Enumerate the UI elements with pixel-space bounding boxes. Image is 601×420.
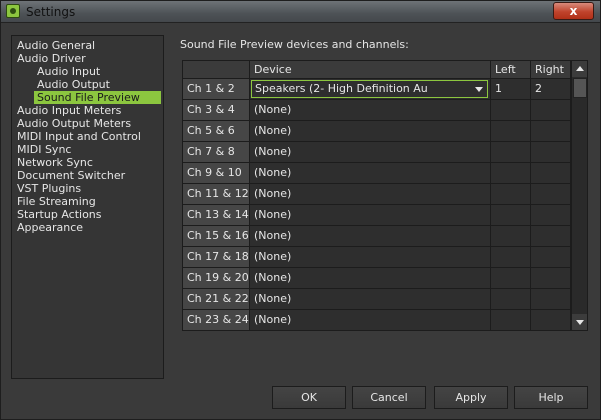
nav-item-vst-plugins[interactable]: VST Plugins — [17, 182, 81, 195]
channel-label: Ch 19 & 20 — [183, 268, 250, 289]
right-channel-cell[interactable] — [531, 247, 571, 268]
right-channel-cell[interactable] — [531, 184, 571, 205]
title-bar[interactable]: Settings x — [1, 1, 600, 23]
table-row: Ch 19 & 20 (None) — [183, 268, 571, 289]
table-row: Ch 17 & 18 (None) — [183, 247, 571, 268]
nav-item-audio-output[interactable]: Audio Output — [37, 78, 110, 91]
header-device[interactable]: Device — [250, 61, 491, 79]
nav-item-audio-output-meters[interactable]: Audio Output Meters — [17, 117, 131, 130]
left-channel-cell[interactable] — [491, 289, 531, 310]
channel-label: Ch 23 & 24 — [183, 310, 250, 330]
nav-item-network-sync[interactable]: Network Sync — [17, 156, 93, 169]
channel-grid: Device Left Right Ch 1 & 2 Speakers (2- H… — [182, 60, 588, 331]
left-channel-cell[interactable] — [491, 163, 531, 184]
nav-item-audio-driver[interactable]: Audio Driver — [17, 52, 86, 65]
nav-item-document-switcher[interactable]: Document Switcher — [17, 169, 125, 182]
device-cell[interactable]: (None) — [250, 121, 491, 142]
cancel-button[interactable]: Cancel — [352, 386, 426, 409]
left-channel-cell[interactable] — [491, 100, 531, 121]
right-channel-cell[interactable] — [531, 121, 571, 142]
left-channel-cell[interactable] — [491, 268, 531, 289]
left-channel-cell[interactable] — [491, 310, 531, 330]
scroll-thumb[interactable] — [573, 78, 587, 98]
nav-item-startup-actions[interactable]: Startup Actions — [17, 208, 102, 221]
right-channel-cell[interactable]: 2 — [531, 79, 571, 100]
table-row: Ch 13 & 14 (None) — [183, 205, 571, 226]
channel-label: Ch 13 & 14 — [183, 205, 250, 226]
settings-category-tree: Audio General Audio Driver Audio Input Audi… — [11, 35, 164, 379]
apply-button[interactable]: Apply — [434, 386, 508, 409]
device-cell[interactable]: (None) — [250, 226, 491, 247]
device-cell[interactable]: (None) — [250, 247, 491, 268]
right-channel-cell[interactable] — [531, 205, 571, 226]
device-cell[interactable]: (None) — [250, 289, 491, 310]
ok-button[interactable]: OK — [272, 386, 346, 409]
grid-scrollbar[interactable] — [571, 61, 587, 330]
right-channel-cell[interactable] — [531, 310, 571, 330]
device-cell[interactable]: (None) — [250, 163, 491, 184]
table-row: Ch 9 & 10 (None) — [183, 163, 571, 184]
device-cell[interactable]: Speakers (2- High Definition Au — [250, 79, 491, 100]
nav-item-midi-input-and-control[interactable]: MIDI Input and Control — [17, 130, 141, 143]
right-channel-cell[interactable] — [531, 100, 571, 121]
close-button[interactable]: x — [553, 2, 594, 20]
channel-label: Ch 21 & 22 — [183, 289, 250, 310]
app-icon — [6, 4, 20, 18]
device-dropdown-value: Speakers (2- High Definition Au — [255, 82, 428, 95]
nav-item-audio-general[interactable]: Audio General — [17, 39, 95, 52]
window-title: Settings — [26, 5, 76, 19]
right-channel-cell[interactable] — [531, 289, 571, 310]
table-row: Ch 3 & 4 (None) — [183, 100, 571, 121]
left-channel-cell[interactable] — [491, 121, 531, 142]
settings-window: Settings x Audio General Audio Driver Audi… — [0, 0, 601, 420]
device-dropdown[interactable]: Speakers (2- High Definition Au — [251, 80, 488, 98]
scroll-up-icon[interactable] — [572, 61, 587, 77]
channel-label: Ch 3 & 4 — [183, 100, 250, 121]
device-cell[interactable]: (None) — [250, 100, 491, 121]
header-right[interactable]: Right — [531, 61, 571, 79]
left-channel-cell[interactable]: 1 — [491, 79, 531, 100]
channel-label: Ch 7 & 8 — [183, 142, 250, 163]
device-cell[interactable]: (None) — [250, 205, 491, 226]
right-channel-cell[interactable] — [531, 268, 571, 289]
left-channel-cell[interactable] — [491, 226, 531, 247]
nav-item-file-streaming[interactable]: File Streaming — [17, 195, 96, 208]
channel-label: Ch 15 & 16 — [183, 226, 250, 247]
nav-item-audio-input[interactable]: Audio Input — [37, 65, 100, 78]
table-row: Ch 11 & 12 (None) — [183, 184, 571, 205]
channel-label: Ch 5 & 6 — [183, 121, 250, 142]
nav-item-audio-input-meters[interactable]: Audio Input Meters — [17, 104, 121, 117]
header-left[interactable]: Left — [491, 61, 531, 79]
nav-item-sound-file-preview[interactable]: Sound File Preview — [34, 91, 161, 104]
table-row: Ch 15 & 16 (None) — [183, 226, 571, 247]
table-row: Ch 23 & 24 (None) — [183, 310, 571, 330]
channel-label: Ch 9 & 10 — [183, 163, 250, 184]
header-channel — [183, 61, 250, 79]
help-button[interactable]: Help — [514, 386, 588, 409]
channel-label: Ch 1 & 2 — [183, 79, 250, 100]
device-cell[interactable]: (None) — [250, 184, 491, 205]
nav-item-appearance[interactable]: Appearance — [17, 221, 83, 234]
table-row: Ch 7 & 8 (None) — [183, 142, 571, 163]
right-channel-cell[interactable] — [531, 163, 571, 184]
channel-label: Ch 17 & 18 — [183, 247, 250, 268]
table-row: Ch 5 & 6 (None) — [183, 121, 571, 142]
right-channel-cell[interactable] — [531, 142, 571, 163]
device-cell[interactable]: (None) — [250, 268, 491, 289]
table-row: Ch 21 & 22 (None) — [183, 289, 571, 310]
left-channel-cell[interactable] — [491, 184, 531, 205]
table-row: Ch 1 & 2 Speakers (2- High Definition Au 1… — [183, 79, 571, 100]
channel-label: Ch 11 & 12 — [183, 184, 250, 205]
device-cell[interactable]: (None) — [250, 142, 491, 163]
left-channel-cell[interactable] — [491, 142, 531, 163]
left-channel-cell[interactable] — [491, 205, 531, 226]
left-channel-cell[interactable] — [491, 247, 531, 268]
panel-title: Sound File Preview devices and channels: — [180, 38, 409, 51]
scroll-down-icon[interactable] — [572, 314, 587, 330]
grid-header: Device Left Right — [183, 61, 571, 79]
right-channel-cell[interactable] — [531, 226, 571, 247]
nav-item-midi-sync[interactable]: MIDI Sync — [17, 143, 71, 156]
chevron-down-icon[interactable] — [475, 87, 483, 92]
device-cell[interactable]: (None) — [250, 310, 491, 330]
